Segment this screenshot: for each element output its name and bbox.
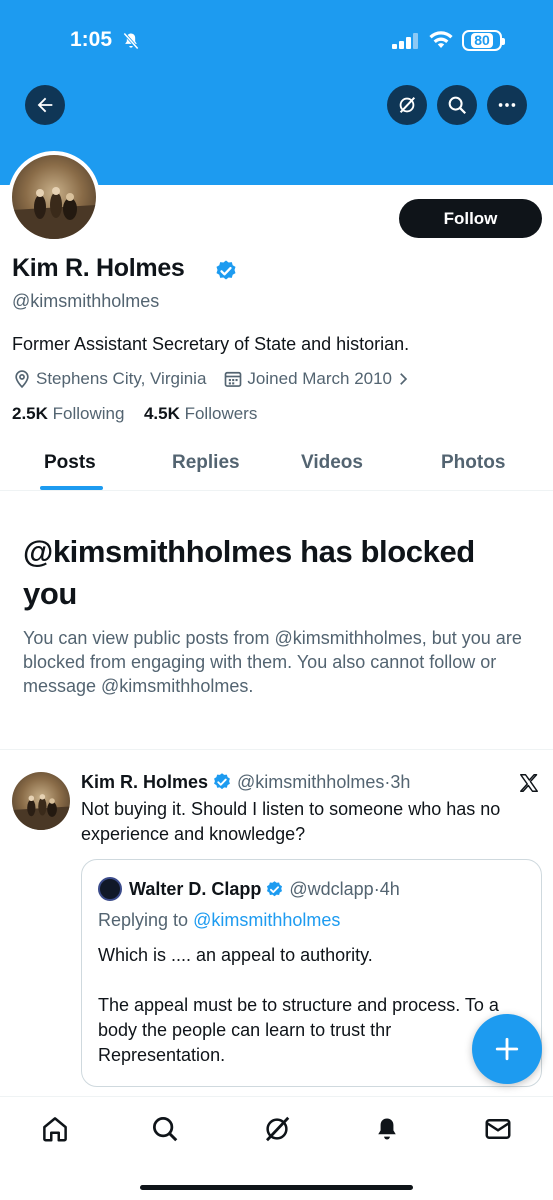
blocked-title: @kimsmithholmes has blocked you (23, 534, 475, 611)
search-icon (448, 96, 467, 115)
more-icon (498, 103, 516, 107)
profile-display-name: Kim R. Holmes (12, 254, 185, 282)
nav-messages[interactable] (482, 1113, 514, 1145)
tab-videos[interactable]: Videos (301, 452, 363, 474)
replying-to-handle[interactable]: @kimsmithholmes (193, 910, 340, 930)
verified-badge-icon (216, 260, 236, 280)
quote-header: Walter D. Clapp @wdclapp · 4h (129, 877, 400, 901)
nav-search[interactable] (149, 1113, 181, 1145)
search-icon (153, 1117, 178, 1142)
quote-time: 4h (379, 878, 400, 899)
home-icon (43, 1117, 67, 1142)
post-avatar[interactable] (12, 772, 70, 830)
active-tab-indicator (40, 486, 103, 490)
avatar-image (12, 794, 70, 830)
following-link[interactable]: 2.5K Following (12, 404, 124, 423)
profile-joined[interactable]: Joined March 2010 (247, 369, 392, 389)
signal-icon (392, 33, 418, 49)
grok-button[interactable] (387, 85, 427, 125)
follow-counts: 2.5K Following 4.5K Followers (12, 404, 257, 424)
following-count: 2.5K (12, 404, 48, 423)
nav-notifications[interactable] (371, 1113, 403, 1145)
quote-author-handle[interactable]: @wdclapp (289, 879, 373, 900)
nav-grok[interactable] (261, 1113, 293, 1145)
back-arrow-icon (37, 97, 53, 113)
tab-replies[interactable]: Replies (172, 452, 240, 474)
chevron-right-icon[interactable] (394, 370, 412, 388)
location-pin-icon (15, 370, 29, 389)
profile-bio: Former Assistant Secretary of State and … (12, 334, 410, 354)
wifi-icon (429, 31, 453, 48)
notifications-icon (378, 1118, 396, 1140)
grok-icon (266, 1116, 290, 1142)
profile-handle: @kimsmithholmes (12, 291, 160, 311)
following-label: Following (52, 404, 125, 423)
verified-badge-icon (214, 773, 230, 790)
status-time: 1:05 (70, 28, 113, 51)
back-button[interactable] (25, 85, 65, 125)
tab-posts[interactable]: Posts (44, 452, 96, 474)
post-text: Not buying it. Should I listen to someon… (81, 799, 501, 844)
more-button[interactable] (487, 85, 527, 125)
battery-indicator: 80 (462, 30, 505, 51)
quote-text: Which is .... an appeal to authority. Th… (98, 945, 499, 1065)
avatar-image (12, 187, 96, 239)
calendar-icon (225, 371, 242, 387)
grok-icon (399, 96, 416, 114)
x-logo-icon (520, 774, 538, 792)
replying-to: Replying to @kimsmithholmes (98, 910, 340, 931)
replying-prefix: Replying to (98, 910, 189, 930)
followers-link[interactable]: 4.5K Followers (144, 404, 257, 423)
battery-level: 80 (471, 33, 493, 48)
followers-count: 4.5K (143, 404, 180, 423)
compose-button[interactable] (472, 1014, 542, 1084)
home-indicator (140, 1185, 413, 1190)
post-header: Kim R. Holmes @kimsmithholmes · 3h (81, 770, 410, 794)
post-author-name[interactable]: Kim R. Holmes (81, 772, 208, 793)
followers-label: Followers (184, 404, 258, 423)
post-author-handle[interactable]: @kimsmithholmes (237, 772, 384, 793)
follow-button[interactable]: Follow (399, 199, 542, 238)
nav-home[interactable] (39, 1113, 71, 1145)
quote-avatar[interactable] (98, 877, 122, 901)
post-time: 3h (390, 771, 411, 792)
divider (0, 749, 553, 750)
plus-icon (495, 1037, 519, 1061)
verified-badge-icon (267, 880, 283, 896)
messages-icon (485, 1119, 511, 1139)
tab-photos[interactable]: Photos (441, 452, 505, 474)
search-button[interactable] (437, 85, 477, 125)
blocked-description: You can view public posts from @kimsmith… (23, 628, 522, 696)
profile-tabs: Posts Replies Videos Photos (0, 440, 553, 491)
profile-location: Stephens City, Virginia (36, 369, 207, 388)
profile-meta: Stephens City, Virginia Joined March 201… (12, 368, 412, 390)
quote-author-name[interactable]: Walter D. Clapp (129, 879, 261, 900)
profile-avatar[interactable] (8, 151, 100, 243)
bell-off-icon (123, 32, 139, 50)
